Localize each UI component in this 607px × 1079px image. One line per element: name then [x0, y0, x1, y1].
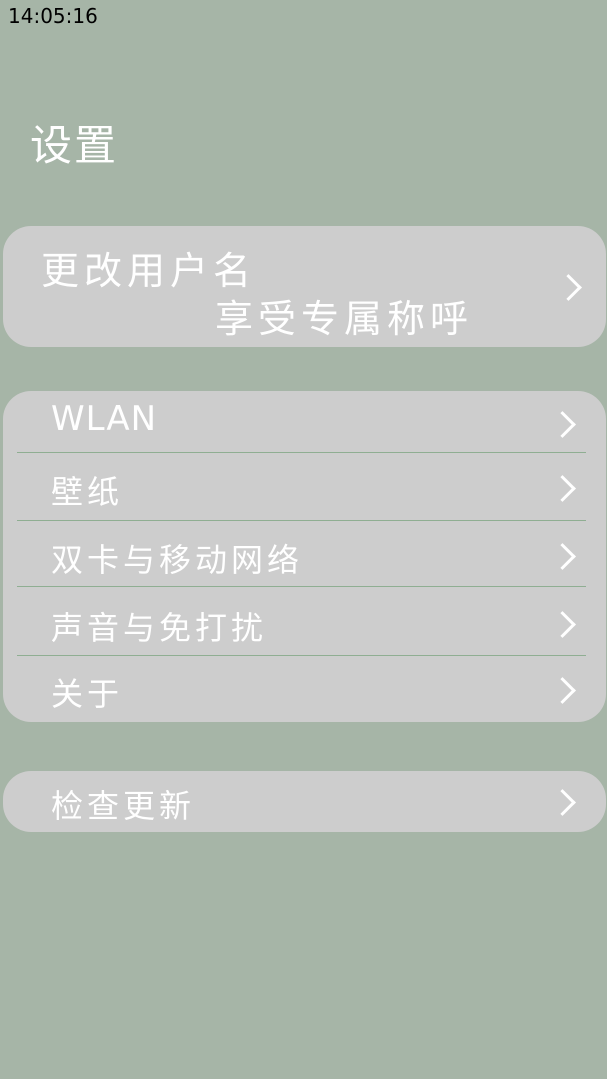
list-item-label: 壁纸: [51, 473, 124, 511]
status-bar-time: 14:05:16: [8, 4, 98, 28]
divider: [17, 655, 586, 656]
chevron-right-icon: [549, 789, 576, 816]
chevron-right-icon: [549, 677, 576, 704]
divider: [17, 452, 586, 453]
chevron-right-icon: [549, 611, 576, 638]
chevron-right-icon: [555, 274, 582, 301]
page-title: 设置: [30, 121, 119, 170]
list-item-label: 声音与免打扰: [51, 609, 268, 647]
list-item-wlan[interactable]: WLAN: [17, 391, 586, 457]
check-update-label: 检查更新: [51, 787, 196, 825]
divider: [17, 520, 586, 521]
list-item-wallpaper[interactable]: 壁纸: [17, 455, 586, 521]
chevron-right-icon: [549, 475, 576, 502]
divider: [17, 586, 586, 587]
settings-list-card: WLAN 壁纸 双卡与移动网络 声音与免打扰 关于: [3, 391, 606, 722]
list-item-label: WLAN: [51, 399, 158, 439]
list-item-sound-do-not-disturb[interactable]: 声音与免打扰: [17, 591, 586, 657]
list-item-label: 关于: [51, 675, 124, 713]
list-item-about[interactable]: 关于: [17, 657, 586, 723]
list-item-label: 双卡与移动网络: [51, 541, 304, 579]
chevron-right-icon: [549, 543, 576, 570]
change-username-card[interactable]: 更改用户名 享受专属称呼: [3, 226, 606, 347]
check-update-card[interactable]: 检查更新: [3, 771, 606, 832]
settings-screen: 14:05:16 设置 更改用户名 享受专属称呼 WLAN 壁纸 双卡与移动网络…: [0, 0, 607, 1079]
chevron-right-icon: [549, 411, 576, 438]
list-item-dual-sim-mobile-network[interactable]: 双卡与移动网络: [17, 523, 586, 589]
change-username-title: 更改用户名: [41, 249, 257, 293]
change-username-subtitle: 享受专属称呼: [215, 297, 474, 341]
